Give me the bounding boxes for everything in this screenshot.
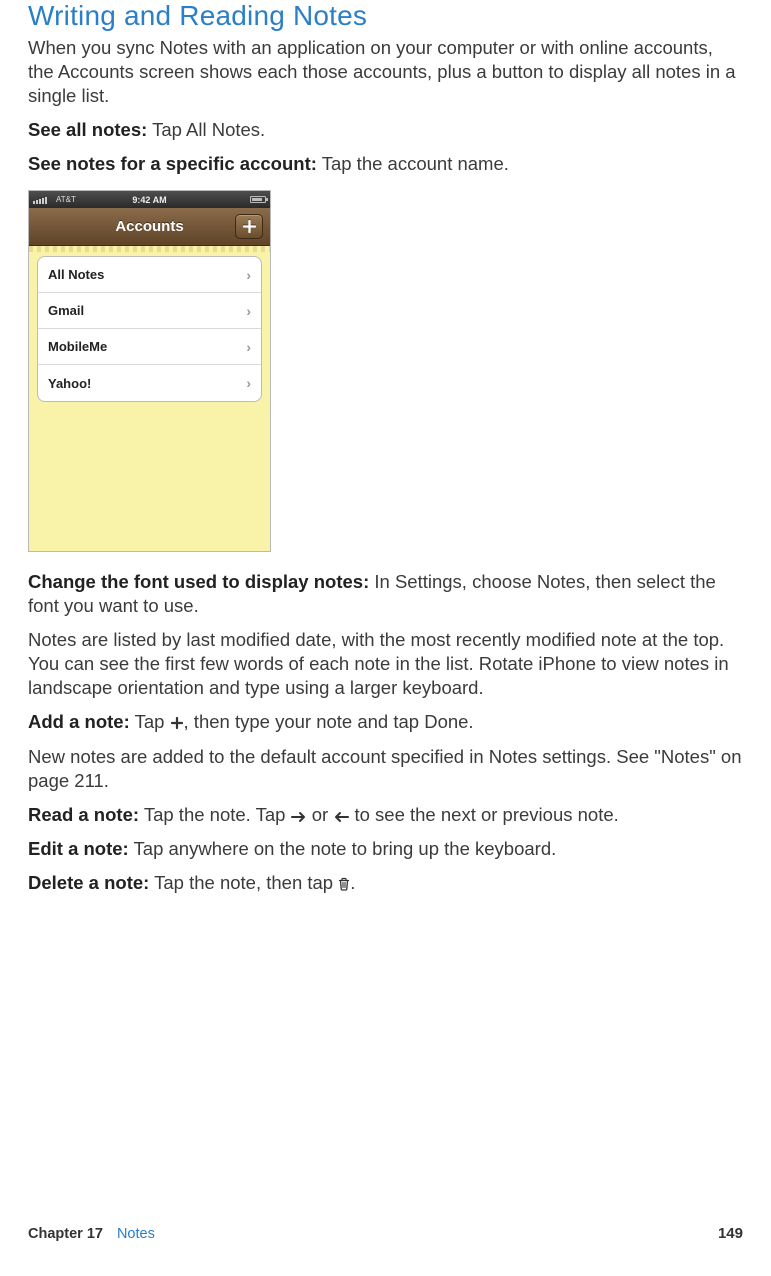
add-note-label: Add a note: bbox=[28, 711, 130, 732]
add-note-line: Add a note: Tap , then type your note an… bbox=[28, 710, 743, 734]
new-notes-paragraph: New notes are added to the default accou… bbox=[28, 745, 743, 793]
edit-note-line: Edit a note: Tap anywhere on the note to… bbox=[28, 837, 743, 861]
arrow-right-icon bbox=[291, 811, 307, 823]
nav-title: Accounts bbox=[115, 218, 183, 235]
carrier-label: AT&T bbox=[56, 195, 76, 204]
add-note-after: , then type your note and tap Done. bbox=[184, 711, 474, 732]
see-all-notes-line: See all notes: Tap All Notes. bbox=[28, 118, 743, 142]
delete-note-before: Tap the note, then tap bbox=[154, 872, 338, 893]
status-time: 9:42 AM bbox=[132, 195, 166, 205]
chapter-title-link[interactable]: Notes bbox=[117, 1226, 155, 1242]
see-specific-text: Tap the account name. bbox=[322, 153, 509, 174]
page-number: 149 bbox=[718, 1225, 743, 1242]
accounts-screenshot: AT&T 9:42 AM Accounts All Notes › Gmail … bbox=[28, 190, 271, 552]
see-all-label: See all notes: bbox=[28, 119, 147, 140]
see-all-text: Tap All Notes. bbox=[152, 119, 265, 140]
trash-icon bbox=[338, 877, 350, 891]
intro-paragraph: When you sync Notes with an application … bbox=[28, 36, 743, 108]
list-item-label: Yahoo! bbox=[48, 376, 91, 391]
list-item-yahoo[interactable]: Yahoo! › bbox=[38, 365, 261, 401]
list-item-label: All Notes bbox=[48, 267, 104, 282]
chapter-label: Chapter 17 bbox=[28, 1226, 103, 1242]
read-note-label: Read a note: bbox=[28, 804, 139, 825]
list-item-mobileme[interactable]: MobileMe › bbox=[38, 329, 261, 365]
delete-note-label: Delete a note: bbox=[28, 872, 149, 893]
read-note-line: Read a note: Tap the note. Tap or to see… bbox=[28, 803, 743, 827]
page-footer: Chapter 17 Notes 149 bbox=[28, 1225, 743, 1242]
read-note-after: to see the next or previous note. bbox=[349, 804, 618, 825]
signal-icon bbox=[33, 196, 53, 204]
list-item-gmail[interactable]: Gmail › bbox=[38, 293, 261, 329]
chevron-right-icon: › bbox=[246, 375, 251, 391]
section-heading: Writing and Reading Notes bbox=[28, 0, 743, 32]
listing-paragraph: Notes are listed by last modified date, … bbox=[28, 628, 743, 700]
accounts-list: All Notes › Gmail › MobileMe › Yahoo! › bbox=[37, 256, 262, 402]
list-item-label: MobileMe bbox=[48, 339, 107, 354]
chevron-right-icon: › bbox=[246, 303, 251, 319]
add-note-before: Tap bbox=[135, 711, 170, 732]
edit-note-label: Edit a note: bbox=[28, 838, 129, 859]
read-note-mid: or bbox=[307, 804, 334, 825]
change-font-label: Change the font used to display notes: bbox=[28, 571, 369, 592]
plus-icon bbox=[243, 220, 256, 233]
change-font-line: Change the font used to display notes: I… bbox=[28, 570, 743, 618]
battery-icon bbox=[250, 196, 266, 203]
see-specific-line: See notes for a specific account: Tap th… bbox=[28, 152, 743, 176]
nav-bar: Accounts bbox=[29, 208, 270, 246]
read-note-before: Tap the note. Tap bbox=[144, 804, 291, 825]
footer-left: Chapter 17 Notes bbox=[28, 1226, 155, 1242]
delete-note-line: Delete a note: Tap the note, then tap . bbox=[28, 871, 743, 895]
notes-paper-area: All Notes › Gmail › MobileMe › Yahoo! › bbox=[29, 246, 270, 551]
list-item-label: Gmail bbox=[48, 303, 84, 318]
edit-note-text: Tap anywhere on the note to bring up the… bbox=[134, 838, 557, 859]
status-bar: AT&T 9:42 AM bbox=[29, 191, 270, 208]
list-item-all-notes[interactable]: All Notes › bbox=[38, 257, 261, 293]
plus-icon bbox=[170, 716, 184, 730]
add-note-button[interactable] bbox=[235, 214, 263, 239]
delete-note-after: . bbox=[350, 872, 355, 893]
document-page: Writing and Reading Notes When you sync … bbox=[0, 0, 771, 895]
chevron-right-icon: › bbox=[246, 267, 251, 283]
arrow-left-icon bbox=[333, 811, 349, 823]
chevron-right-icon: › bbox=[246, 339, 251, 355]
see-specific-label: See notes for a specific account: bbox=[28, 153, 317, 174]
